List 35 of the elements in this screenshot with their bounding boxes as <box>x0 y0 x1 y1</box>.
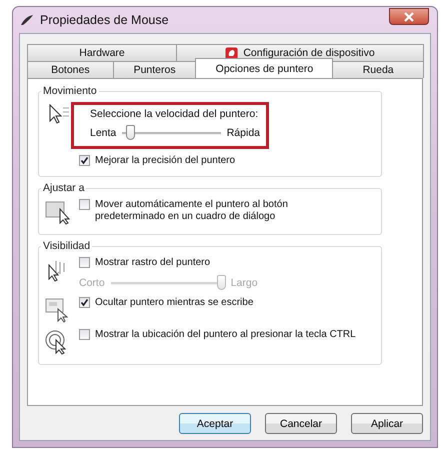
checkbox-label: Mover automáticamente el puntero al botón predeterminado en un cuadro de diálogo <box>95 199 289 223</box>
slider-label: Seleccione la velocidad del puntero: <box>90 108 260 120</box>
tab[interactable]: Configuración de dispositivo <box>176 44 424 61</box>
checkbox[interactable] <box>79 155 90 166</box>
checkbox[interactable] <box>79 329 90 340</box>
dialog-button[interactable]: Aceptar <box>179 413 251 434</box>
checkbox-label: Mostrar rastro del puntero <box>95 257 210 269</box>
tab[interactable]: Rueda <box>332 61 424 78</box>
min-label: Lenta <box>90 127 116 139</box>
hide-cursor-icon <box>45 297 71 323</box>
tab[interactable]: Botones <box>27 61 114 78</box>
dialog-button[interactable]: Aplicar <box>351 413 423 434</box>
checkbox[interactable] <box>79 257 90 268</box>
tab[interactable]: Opciones de puntero <box>195 58 334 78</box>
slider-thumb[interactable] <box>126 125 135 140</box>
checkbox-label: Mostrar la ubicación del puntero al presionar la tecla CTRL <box>95 329 356 341</box>
checkbox-label: Ocultar puntero mientras se escribe <box>95 297 254 309</box>
tab[interactable]: Punteros <box>112 61 196 78</box>
group-title: Movimiento <box>42 85 98 97</box>
checkbox-label: Mejorar la precisión del puntero <box>95 155 236 167</box>
dialog-button[interactable]: Cancelar <box>265 413 337 434</box>
max-label: Largo <box>230 277 258 289</box>
group-title: Visibilidad <box>42 240 92 252</box>
min-label: Corto <box>79 277 105 289</box>
device-icon <box>225 46 238 60</box>
window-title: Propiedades de Mouse <box>40 13 169 27</box>
checkbox[interactable] <box>79 297 90 308</box>
checkbox[interactable] <box>79 199 90 210</box>
group-title: Ajustar a <box>42 182 86 194</box>
close-icon <box>403 12 415 22</box>
snap-cursor-icon <box>45 199 71 225</box>
max-label: Rápida <box>226 127 260 139</box>
tab[interactable]: Hardware <box>27 44 177 61</box>
close-button[interactable] <box>389 8 429 25</box>
slider[interactable] <box>120 125 223 141</box>
